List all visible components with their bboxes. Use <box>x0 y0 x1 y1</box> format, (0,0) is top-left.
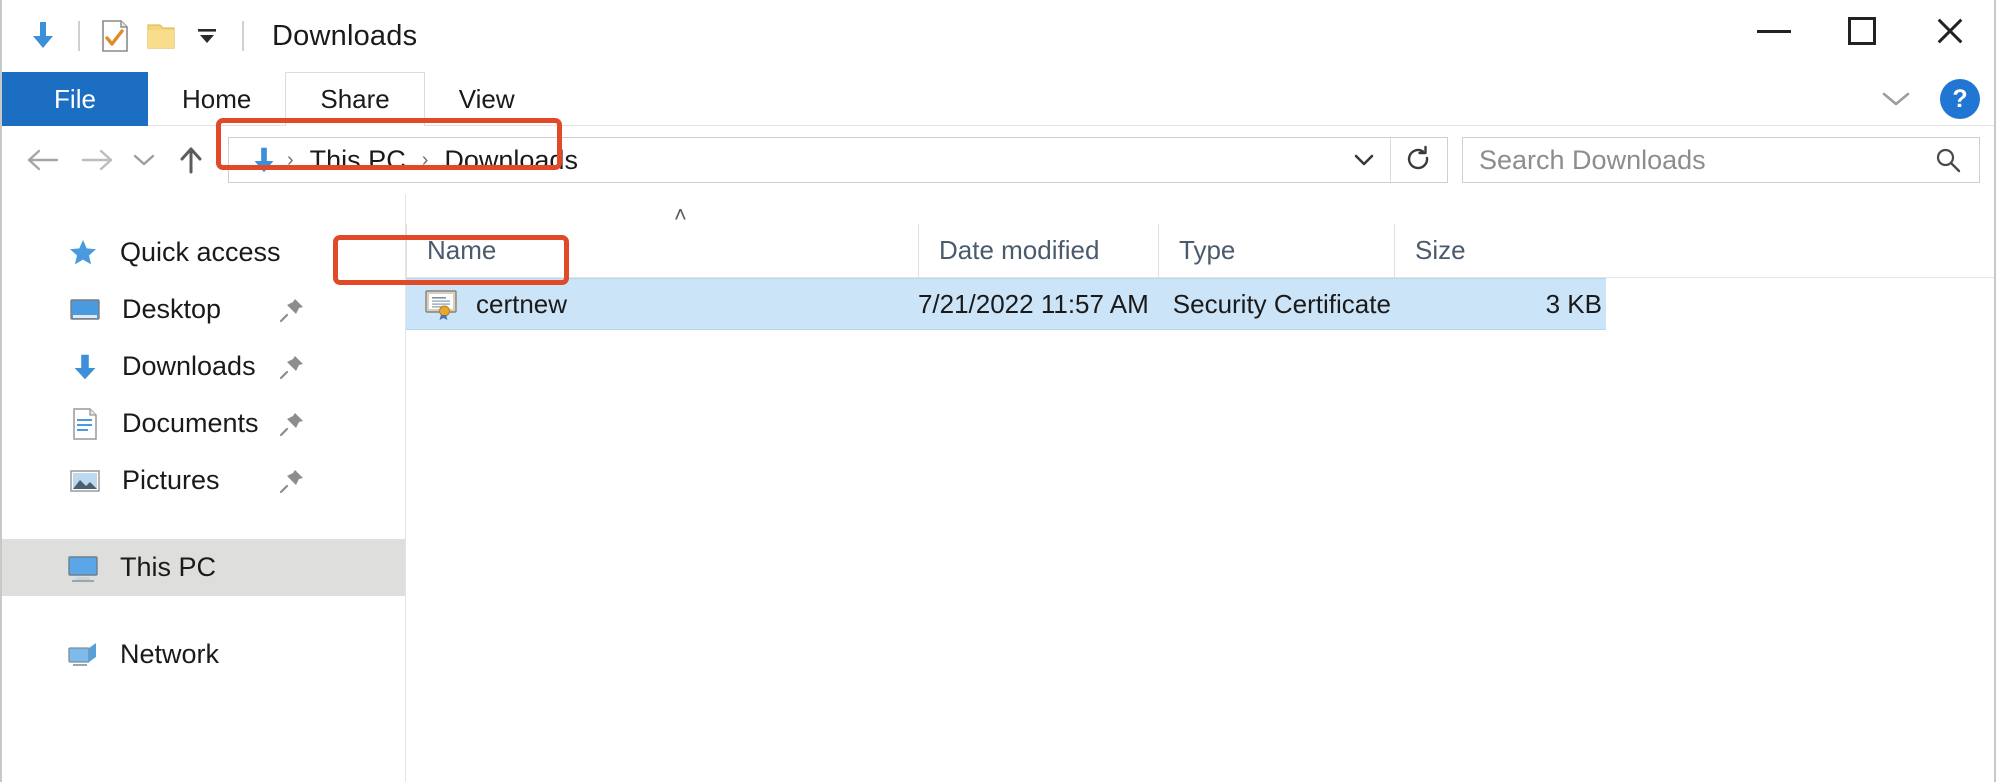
sidebar-item-label: Desktop <box>122 294 222 324</box>
table-row[interactable]: certnew 7/21/2022 11:57 AM Security Cert… <box>406 278 1606 330</box>
security-certificate-icon <box>424 288 460 320</box>
title-bar: Downloads <box>2 0 1994 72</box>
file-type-cell: Security Certificate <box>1172 288 1391 319</box>
desktop-icon <box>64 289 106 331</box>
column-header-type[interactable]: Type <box>1158 223 1394 278</box>
search-input[interactable]: Search Downloads <box>1479 145 1933 176</box>
maximize-button[interactable] <box>1818 0 1906 62</box>
address-bar: › This PC › Downloads Search Downloads <box>2 126 1994 194</box>
back-button[interactable] <box>16 133 70 187</box>
file-name-label: certnew <box>476 288 568 319</box>
column-header-date-modified[interactable]: Date modified <box>918 223 1158 278</box>
pin-icon[interactable] <box>279 354 305 380</box>
sidebar-item-network[interactable]: Network <box>2 626 405 683</box>
navigation-pane: Quick access Desktop Downloads Documents… <box>2 194 406 782</box>
help-icon[interactable]: ? <box>1940 79 1980 119</box>
chevron-down-icon[interactable] <box>1880 89 1912 109</box>
sidebar-item-pictures[interactable]: Pictures <box>2 452 405 509</box>
previous-locations-icon[interactable] <box>1337 138 1391 182</box>
title-divider <box>242 21 244 51</box>
sidebar-item-label: This PC <box>120 552 217 582</box>
window-title: Downloads <box>272 19 418 52</box>
sidebar-item-desktop[interactable]: Desktop <box>2 281 405 338</box>
file-date-modified-cell: 7/21/2022 11:57 AM <box>917 288 1149 319</box>
documents-icon <box>64 403 106 445</box>
sidebar-item-downloads[interactable]: Downloads <box>2 338 405 395</box>
properties-icon[interactable] <box>92 13 138 59</box>
recent-locations-button[interactable] <box>124 133 164 187</box>
breadcrumb-item-downloads[interactable]: Downloads <box>434 145 588 176</box>
file-size-cell: 3 KB <box>1545 288 1602 319</box>
toolbar-divider <box>78 21 80 51</box>
customize-quick-access-toolbar-icon[interactable] <box>184 13 230 59</box>
search-icon[interactable] <box>1933 145 1963 175</box>
breadcrumb-item-this-pc[interactable]: This PC <box>300 145 416 176</box>
quick-access-toolbar <box>20 13 256 59</box>
refresh-icon[interactable] <box>1391 138 1447 182</box>
network-icon <box>62 634 104 676</box>
pictures-icon <box>64 460 106 502</box>
forward-button[interactable] <box>70 133 124 187</box>
breadcrumb-endcap <box>1337 138 1447 182</box>
navigation-group-gap <box>2 509 405 539</box>
close-button[interactable] <box>1906 0 1994 62</box>
breadcrumb-separator-2: › <box>421 148 429 171</box>
sort-ascending-icon: ˄ <box>674 202 687 227</box>
breadcrumb-downloads-icon[interactable] <box>243 143 281 177</box>
tab-share[interactable]: Share <box>285 72 425 126</box>
pin-icon[interactable] <box>279 411 305 437</box>
window-controls <box>1730 0 1994 62</box>
breadcrumb-bar[interactable]: › This PC › Downloads <box>228 137 1448 183</box>
search-box[interactable]: Search Downloads <box>1462 137 1980 183</box>
downloads-folder-icon[interactable] <box>20 13 66 59</box>
breadcrumb-separator-1: › <box>287 148 294 171</box>
downloads-icon <box>64 346 106 388</box>
sidebar-item-label: Downloads <box>122 351 256 381</box>
minimize-button[interactable] <box>1730 0 1818 62</box>
tab-home[interactable]: Home <box>148 72 285 126</box>
sidebar-item-this-pc[interactable]: This PC <box>2 539 405 596</box>
pin-icon[interactable] <box>279 468 305 494</box>
new-folder-icon[interactable] <box>138 13 184 59</box>
ribbon-tab-bar: File Home Share View ? <box>2 72 1994 126</box>
column-header-size[interactable]: Size <box>1394 223 1618 278</box>
explorer-body: Quick access Desktop Downloads Documents… <box>2 194 1994 782</box>
sidebar-item-label: Quick access <box>120 237 281 267</box>
column-headers: ˄ Name Date modified Type Size <box>406 202 1994 278</box>
file-list-pane: ˄ Name Date modified Type Size certnew 7… <box>406 194 1994 782</box>
this-pc-icon <box>62 547 104 589</box>
sidebar-item-documents[interactable]: Documents <box>2 395 405 452</box>
sidebar-item-label: Network <box>120 639 220 669</box>
sidebar-item-label: Documents <box>122 408 259 438</box>
file-explorer-window: Downloads File Home Share View ? › This … <box>0 0 1996 782</box>
navigation-group-gap-2 <box>2 596 405 626</box>
sidebar-item-label: Pictures <box>122 465 220 495</box>
breadcrumb: › This PC › Downloads <box>229 143 1337 177</box>
column-header-name[interactable]: Name <box>406 223 918 278</box>
sidebar-item-quick-access[interactable]: Quick access <box>2 224 405 281</box>
pin-icon[interactable] <box>279 297 305 323</box>
tab-view[interactable]: View <box>425 72 549 126</box>
ribbon-right-controls: ? <box>1880 72 1980 126</box>
file-name-cell[interactable]: certnew <box>406 279 912 329</box>
star-icon <box>62 232 104 274</box>
tab-file[interactable]: File <box>2 72 148 126</box>
up-button[interactable] <box>164 133 218 187</box>
